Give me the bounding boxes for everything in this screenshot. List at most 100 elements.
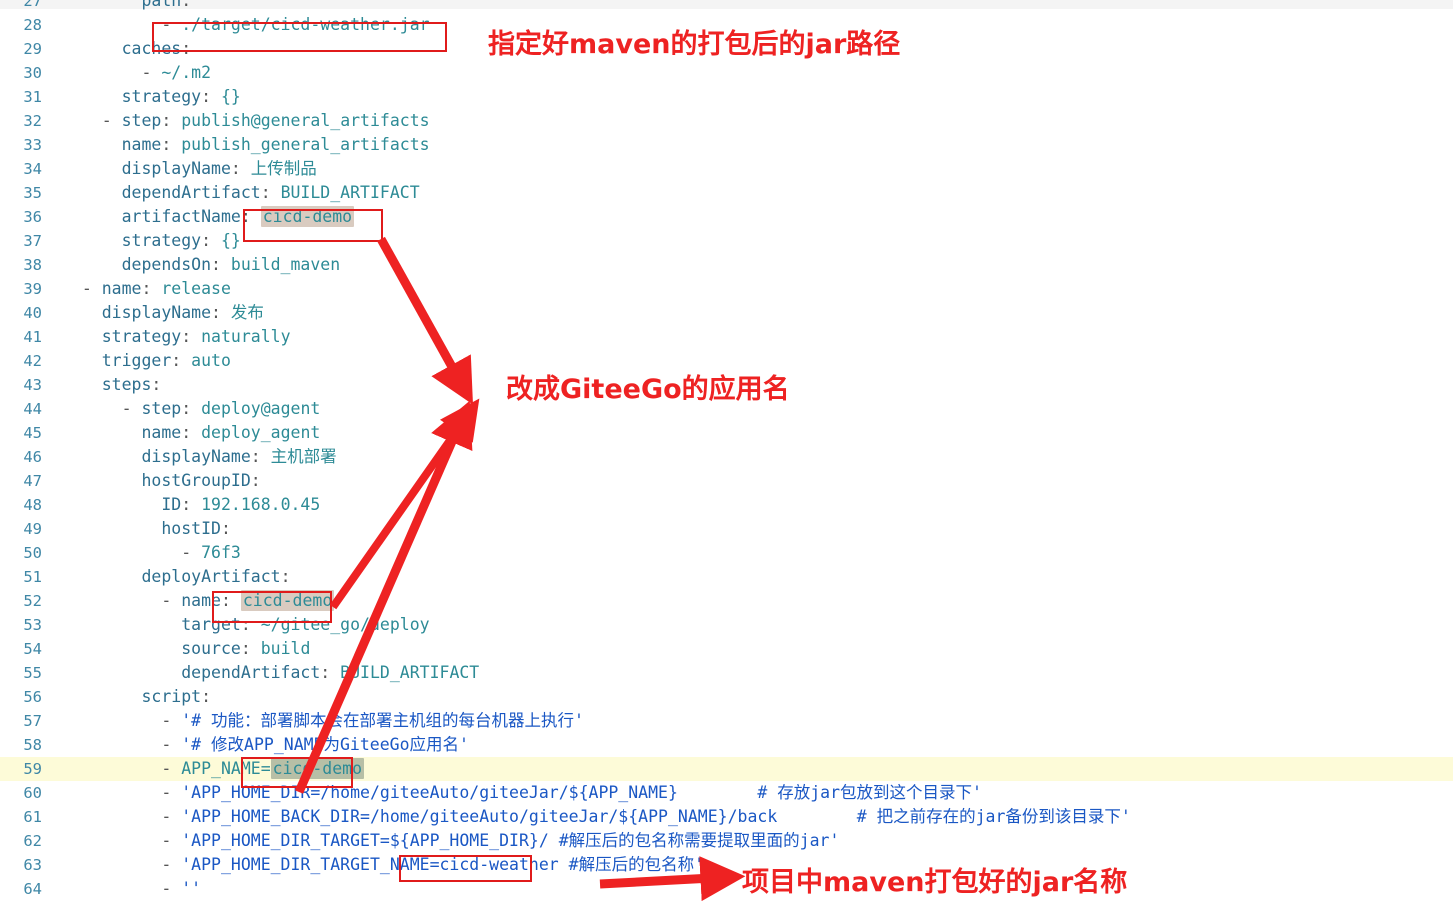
- line-number: 64: [23, 880, 42, 898]
- code-line[interactable]: 28 - ./target/cicd-weather.jar: [0, 13, 1453, 37]
- code-line[interactable]: 63 - 'APP_HOME_DIR_TARGET_NAME=cicd-weat…: [0, 853, 1453, 877]
- code-text: - step: publish@general_artifacts: [101, 111, 430, 130]
- code-line[interactable]: 51 deployArtifact:: [0, 565, 1453, 589]
- line-number: 56: [23, 688, 42, 706]
- code-line[interactable]: 54 source: build: [0, 637, 1453, 661]
- code-line[interactable]: 49 hostID:: [0, 517, 1453, 541]
- line-number: 39: [23, 280, 42, 298]
- code-text: - 'APP_HOME_BACK_DIR=/home/giteeAuto/git…: [161, 807, 1131, 826]
- code-line[interactable]: 55 dependArtifact: BUILD_ARTIFACT: [0, 661, 1453, 685]
- code-line[interactable]: 27 path:: [0, 0, 1453, 13]
- line-number: 34: [23, 160, 42, 178]
- code-line[interactable]: 60 - 'APP_HOME_DIR=/home/giteeAuto/gitee…: [0, 781, 1453, 805]
- line-number: 38: [23, 256, 42, 274]
- line-number: 46: [23, 448, 42, 466]
- line-number: 40: [23, 304, 42, 322]
- line-number: 60: [23, 784, 42, 802]
- code-text: steps:: [101, 375, 162, 394]
- line-number: 43: [23, 376, 42, 394]
- line-number: 32: [23, 112, 42, 130]
- code-line[interactable]: 41 strategy: naturally: [0, 325, 1453, 349]
- line-number: 52: [23, 592, 42, 610]
- code-text: - 'APP_HOME_DIR_TARGET=${APP_HOME_DIR}/ …: [161, 831, 840, 850]
- line-number: 59: [23, 760, 42, 778]
- code-line[interactable]: 44 - step: deploy@agent: [0, 397, 1453, 421]
- line-number: 61: [23, 808, 42, 826]
- code-text: - APP_NAME= cicd-demo: [161, 758, 365, 779]
- code-text: displayName: 发布: [101, 303, 264, 322]
- code-line[interactable]: 37 strategy: {}: [0, 229, 1453, 253]
- line-number: 45: [23, 424, 42, 442]
- line-number: 44: [23, 400, 42, 418]
- code-line[interactable]: 40 displayName: 发布: [0, 301, 1453, 325]
- line-number: 57: [23, 712, 42, 730]
- code-text: strategy: {}: [121, 231, 241, 250]
- code-text: hostID:: [161, 519, 231, 538]
- code-line[interactable]: 35 dependArtifact: BUILD_ARTIFACT: [0, 181, 1453, 205]
- code-line[interactable]: 42 trigger: auto: [0, 349, 1453, 373]
- line-number: 35: [23, 184, 42, 202]
- code-editor[interactable]: 27 path: 28 - ./target/cicd-weather.jar 29…: [0, 0, 1453, 902]
- code-line[interactable]: 48 ID: 192.168.0.45: [0, 493, 1453, 517]
- line-number: 37: [23, 232, 42, 250]
- line-number: 33: [23, 136, 42, 154]
- code-text: - step: deploy@agent: [121, 399, 321, 418]
- code-text: name: deploy_agent: [141, 423, 321, 442]
- code-line[interactable]: 47 hostGroupID:: [0, 469, 1453, 493]
- line-number: 31: [23, 88, 42, 106]
- code-line[interactable]: 58 - '# 修改APP_NAME为GiteeGo应用名': [0, 733, 1453, 757]
- line-number: 49: [23, 520, 42, 538]
- code-text: - '': [161, 879, 202, 898]
- code-line[interactable]: 31 strategy: {}: [0, 85, 1453, 109]
- code-line[interactable]: 32 - step: publish@general_artifacts: [0, 109, 1453, 133]
- code-line[interactable]: 29 caches:: [0, 37, 1453, 61]
- line-number: 53: [23, 616, 42, 634]
- code-text: displayName: 主机部署: [141, 447, 337, 466]
- code-text: dependsOn: build_maven: [121, 255, 341, 274]
- code-text: - '# 修改APP_NAME为GiteeGo应用名': [161, 735, 469, 754]
- code-line[interactable]: 62 - 'APP_HOME_DIR_TARGET=${APP_HOME_DIR…: [0, 829, 1453, 853]
- code-line[interactable]: 53 target: ~/gitee_go/deploy: [0, 613, 1453, 637]
- code-line[interactable]: 34 displayName: 上传制品: [0, 157, 1453, 181]
- code-line[interactable]: 50 - 76f3: [0, 541, 1453, 565]
- code-line[interactable]: 39 - name: release: [0, 277, 1453, 301]
- line-number: 42: [23, 352, 42, 370]
- code-text: - ./target/cicd-weather.jar: [161, 15, 430, 34]
- code-text: - name: cicd-demo: [161, 590, 335, 611]
- code-line[interactable]: 59 - APP_NAME= cicd-demo: [0, 757, 1453, 781]
- code-text: name: publish_general_artifacts: [121, 135, 430, 154]
- code-text: - 'APP_HOME_DIR_TARGET_NAME=cicd-weather…: [161, 855, 705, 874]
- line-number: 58: [23, 736, 42, 754]
- code-line[interactable]: 33 name: publish_general_artifacts: [0, 133, 1453, 157]
- code-line[interactable]: 56 script:: [0, 685, 1453, 709]
- code-line[interactable]: 45 name: deploy_agent: [0, 421, 1453, 445]
- code-text: dependArtifact: BUILD_ARTIFACT: [121, 183, 420, 202]
- code-text: source: build: [181, 639, 311, 658]
- code-text: script:: [141, 687, 212, 706]
- code-line[interactable]: 52 - name: cicd-demo: [0, 589, 1453, 613]
- code-line[interactable]: 30 - ~/.m2: [0, 61, 1453, 85]
- code-line[interactable]: 57 - '# 功能：部署脚本会在部署主机组的每台机器上执行': [0, 709, 1453, 733]
- code-text: - '# 功能：部署脚本会在部署主机组的每台机器上执行': [161, 711, 584, 730]
- code-line[interactable]: 64 - '': [0, 877, 1453, 901]
- line-number: 62: [23, 832, 42, 850]
- code-line[interactable]: 43 steps:: [0, 373, 1453, 397]
- code-text: ID: 192.168.0.45: [161, 495, 321, 514]
- line-number: 36: [23, 208, 42, 226]
- code-line[interactable]: 36 artifactName: cicd-demo: [0, 205, 1453, 229]
- line-number: 51: [23, 568, 42, 586]
- code-text: dependArtifact: BUILD_ARTIFACT: [181, 663, 480, 682]
- code-text: path:: [141, 0, 192, 10]
- code-text: deployArtifact:: [141, 567, 291, 586]
- line-number: 54: [23, 640, 42, 658]
- code-lines-container: 27 path: 28 - ./target/cicd-weather.jar 29…: [0, 0, 1453, 901]
- code-text: strategy: naturally: [101, 327, 291, 346]
- code-text: - 76f3: [181, 543, 241, 562]
- code-line[interactable]: 46 displayName: 主机部署: [0, 445, 1453, 469]
- code-line[interactable]: 61 - 'APP_HOME_BACK_DIR=/home/giteeAuto/…: [0, 805, 1453, 829]
- line-number: 48: [23, 496, 42, 514]
- code-text: hostGroupID:: [141, 471, 261, 490]
- code-text: - ~/.m2: [141, 63, 212, 82]
- code-line[interactable]: 38 dependsOn: build_maven: [0, 253, 1453, 277]
- code-text: trigger: auto: [101, 351, 231, 370]
